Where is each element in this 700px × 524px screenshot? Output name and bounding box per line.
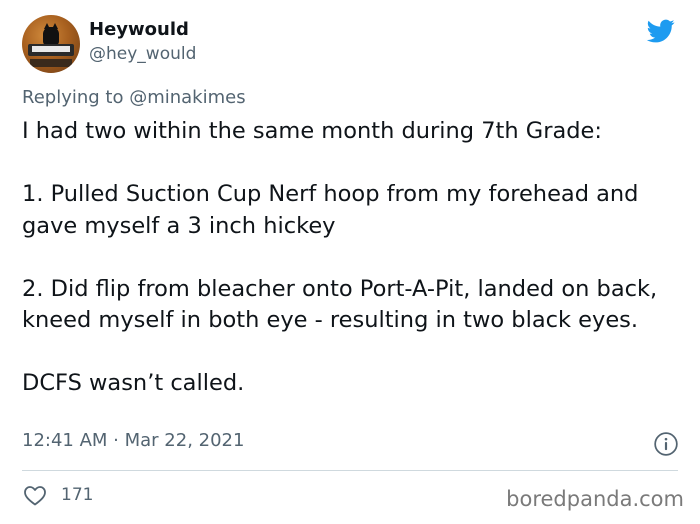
reply-mention-link[interactable]: @minakimes [129, 87, 245, 108]
tweet-line: 2. Did flip from bleacher onto Port-A-Pi… [22, 275, 658, 334]
tweet-line: I had two within the same month during 7… [22, 118, 602, 144]
tweet-line: 1. Pulled Suction Cup Nerf hoop from my … [22, 181, 639, 239]
divider [22, 470, 678, 471]
tweet-timestamp[interactable]: 12:41 AM · Mar 22, 2021 [22, 430, 244, 451]
tweet-body: I had two within the same month during 7… [22, 116, 672, 400]
like-count: 171 [61, 485, 94, 505]
tweet-line: DCFS wasn’t called. [22, 370, 245, 396]
user-handle[interactable]: @hey_would [89, 44, 196, 64]
avatar-cat [43, 23, 59, 45]
heart-icon[interactable] [23, 484, 47, 506]
display-name[interactable]: Heywould [89, 19, 189, 40]
info-icon[interactable] [653, 431, 679, 457]
reply-context: Replying to @minakimes [22, 87, 246, 108]
avatar-screen [32, 46, 70, 52]
avatar-base [30, 59, 72, 67]
watermark: boredpanda.com [506, 487, 684, 511]
reply-prefix: Replying to [22, 87, 130, 108]
avatar[interactable] [22, 15, 80, 73]
twitter-bird-icon[interactable] [644, 17, 678, 45]
